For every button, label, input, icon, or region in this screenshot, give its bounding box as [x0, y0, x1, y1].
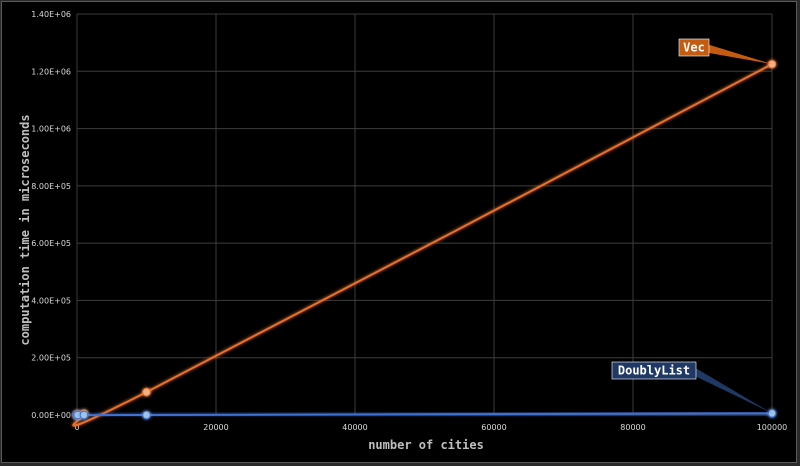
x-tick-label: 60000 [481, 423, 506, 432]
x-tick-label: 80000 [620, 423, 645, 432]
callouts-group: Vec DoublyList [611, 38, 772, 414]
data-point-doublylist [142, 410, 151, 420]
x-tick-label: 40000 [342, 423, 367, 432]
x-tick-label: 20000 [203, 423, 228, 432]
y-tick-label: 6.00E+05 [31, 239, 71, 248]
y-tick-label: 0.00E+00 [31, 411, 71, 420]
chart-frame: 0.00E+00 2.00E+05 4.00E+05 6.00E+05 8.00E+05… [1, 1, 797, 463]
callout-leader [707, 44, 772, 65]
chart-svg: 0.00E+00 2.00E+05 4.00E+05 6.00E+05 8.00E+05… [18, 10, 787, 452]
y-tick-label: 4.00E+05 [31, 296, 71, 305]
grid-lines [76, 13, 773, 416]
callout-vec: Vec [678, 38, 772, 65]
y-axis-title: computation time in microseconds [18, 114, 32, 345]
y-tick-label: 1.20E+06 [31, 67, 71, 76]
y-tick-label: 1.40E+06 [31, 10, 71, 19]
callout-label: Vec [683, 41, 705, 55]
callout-label: DoublyList [618, 364, 690, 378]
x-axis-ticks: 0 20000 40000 60000 80000 100000 [74, 423, 787, 432]
y-tick-label: 2.00E+05 [31, 354, 71, 363]
y-tick-label: 8.00E+05 [31, 182, 71, 191]
y-tick-label: 1.00E+06 [31, 125, 71, 134]
x-axis-title: number of cities [368, 438, 484, 452]
y-axis-ticks: 0.00E+00 2.00E+05 4.00E+05 6.00E+05 8.00E+05… [31, 10, 71, 420]
data-point-vec [142, 387, 151, 397]
callout-doublylist: DoublyList [611, 361, 772, 414]
x-tick-label: 100000 [757, 423, 788, 432]
data-point-doublylist [79, 410, 89, 420]
callout-leader [694, 367, 772, 414]
